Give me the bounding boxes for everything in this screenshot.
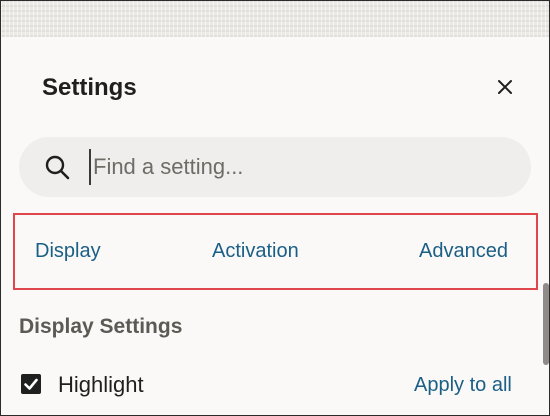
apply-to-all-link[interactable]: Apply to all (414, 372, 512, 398)
setting-row-highlight: Highlight Apply to all (1, 371, 549, 403)
highlight-label: Highlight (58, 372, 144, 397)
dialog-title: Settings (42, 74, 137, 101)
settings-tabs: Display Activation Advanced (13, 213, 538, 290)
scrollbar[interactable] (543, 283, 549, 365)
search-box[interactable] (19, 137, 531, 197)
background-texture (1, 1, 549, 37)
tab-activation[interactable]: Activation (212, 238, 299, 264)
close-button[interactable] (491, 75, 519, 103)
section-title: Display Settings (19, 315, 183, 338)
checkmark-icon (24, 378, 38, 390)
search-input[interactable] (89, 149, 513, 185)
settings-panel: Settings Display Activation Advanced Dis (1, 37, 549, 415)
tab-display[interactable]: Display (35, 238, 101, 264)
highlight-checkbox[interactable] (21, 374, 41, 394)
search-icon (43, 153, 71, 181)
settings-dialog-frame: Settings Display Activation Advanced Dis (0, 0, 550, 416)
tab-advanced[interactable]: Advanced (419, 238, 508, 264)
close-icon (497, 79, 513, 100)
